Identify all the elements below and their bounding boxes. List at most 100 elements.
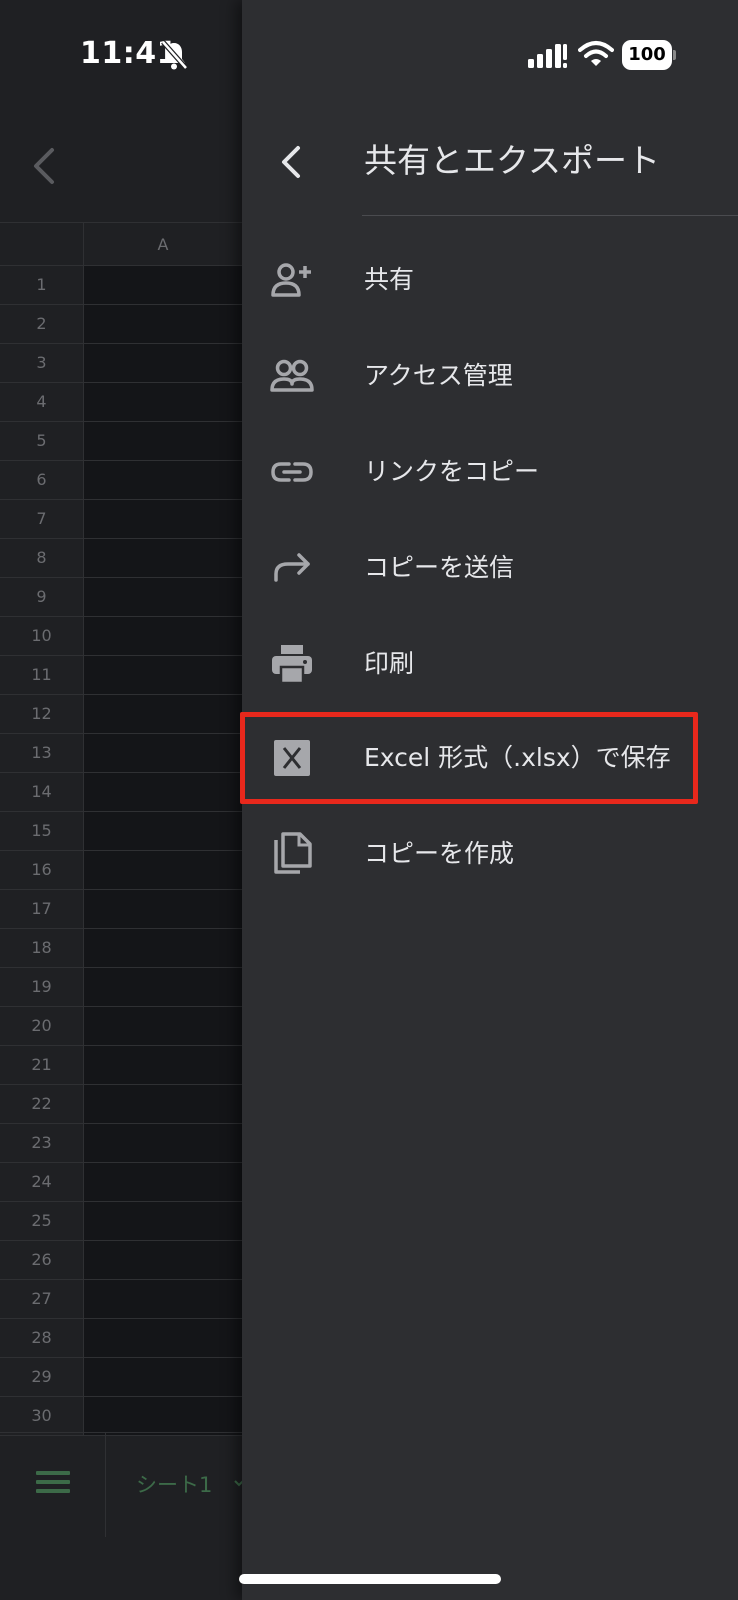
cell[interactable] (84, 1085, 242, 1123)
row-number[interactable]: 12 (0, 695, 84, 733)
row-number[interactable]: 15 (0, 812, 84, 850)
row-number[interactable]: 16 (0, 851, 84, 889)
menu-item-label: 印刷 (364, 649, 415, 678)
row-number[interactable]: 28 (0, 1319, 84, 1357)
menu-item-label: 共有 (364, 265, 415, 294)
menu-item-print[interactable]: 印刷 (242, 616, 738, 712)
sheet-tab[interactable]: シート1 (106, 1433, 242, 1537)
cell[interactable] (84, 422, 242, 460)
back-arrow-icon[interactable] (30, 144, 58, 188)
cell[interactable] (84, 461, 242, 499)
row-number[interactable]: 14 (0, 773, 84, 811)
cell[interactable] (84, 929, 242, 967)
sheet-row: 14 (0, 773, 242, 812)
menu-item-save-as-excel[interactable]: Excel 形式（.xlsx）で保存 (242, 710, 738, 806)
row-number[interactable]: 25 (0, 1202, 84, 1240)
sheet-row: 23 (0, 1124, 242, 1163)
sheet-row: 28 (0, 1319, 242, 1358)
row-number[interactable]: 30 (0, 1397, 84, 1435)
sheet-row: 2 (0, 305, 242, 344)
cell[interactable] (84, 617, 242, 655)
cell[interactable] (84, 1046, 242, 1084)
cell[interactable] (84, 266, 242, 304)
row-number[interactable]: 6 (0, 461, 84, 499)
chevron-down-icon (234, 1480, 242, 1487)
cell[interactable] (84, 968, 242, 1006)
menu-item-share[interactable]: 共有 (242, 232, 738, 328)
cell[interactable] (84, 812, 242, 850)
row-number[interactable]: 5 (0, 422, 84, 460)
row-number[interactable]: 9 (0, 578, 84, 616)
row-number[interactable]: 10 (0, 617, 84, 655)
sheet-row: 3 (0, 344, 242, 383)
cell[interactable] (84, 1358, 242, 1396)
sheet-list-button[interactable] (0, 1433, 106, 1537)
cell[interactable] (84, 305, 242, 343)
menu-item-manage-access[interactable]: アクセス管理 (242, 328, 738, 424)
select-all-corner[interactable] (0, 223, 84, 267)
column-header-row: A (0, 222, 242, 267)
cell[interactable] (84, 344, 242, 382)
sheet-row: 8 (0, 539, 242, 578)
row-number[interactable]: 17 (0, 890, 84, 928)
menu-item-send-copy[interactable]: コピーを送信 (242, 520, 738, 616)
sheet-row: 25 (0, 1202, 242, 1241)
cell[interactable] (84, 1163, 242, 1201)
row-number[interactable]: 18 (0, 929, 84, 967)
row-number[interactable]: 8 (0, 539, 84, 577)
cell[interactable] (84, 500, 242, 538)
cell[interactable] (84, 851, 242, 889)
sheet-row: 1 (0, 266, 242, 305)
row-number[interactable]: 11 (0, 656, 84, 694)
menu-item-make-copy[interactable]: コピーを作成 (242, 806, 738, 902)
row-number[interactable]: 2 (0, 305, 84, 343)
sheet-row: 18 (0, 929, 242, 968)
cell[interactable] (84, 656, 242, 694)
spreadsheet-header (0, 120, 242, 222)
menu-item-copy-link[interactable]: リンクをコピー (242, 424, 738, 520)
sheet-row: 7 (0, 500, 242, 539)
sheet-row: 9 (0, 578, 242, 617)
cell[interactable] (84, 695, 242, 733)
sheet-row: 13 (0, 734, 242, 773)
column-header-a[interactable]: A (84, 223, 242, 267)
cell[interactable] (84, 890, 242, 928)
row-number[interactable]: 27 (0, 1280, 84, 1318)
cell[interactable] (84, 1241, 242, 1279)
excel-file-icon (274, 740, 310, 776)
menu-item-label: コピーを作成 (364, 839, 515, 868)
cell[interactable] (84, 1319, 242, 1357)
row-number[interactable]: 7 (0, 500, 84, 538)
row-number[interactable]: 13 (0, 734, 84, 772)
sheet-row: 20 (0, 1007, 242, 1046)
copy-icon (274, 832, 312, 874)
row-number[interactable]: 3 (0, 344, 84, 382)
cell[interactable] (84, 383, 242, 421)
cell[interactable] (84, 578, 242, 616)
sheet-bottom-bar: シート1 (0, 1432, 242, 1537)
cell[interactable] (84, 773, 242, 811)
cell[interactable] (84, 1202, 242, 1240)
row-number[interactable]: 1 (0, 266, 84, 304)
row-number[interactable]: 23 (0, 1124, 84, 1162)
row-number[interactable]: 22 (0, 1085, 84, 1123)
cell[interactable] (84, 1397, 242, 1435)
spreadsheet-background: A 1 2 3 4 5 6 7 8 9 10 11 12 13 14 15 16 17 18 19 20 21 22 23 2… (0, 0, 242, 1600)
row-number[interactable]: 24 (0, 1163, 84, 1201)
back-button[interactable] (270, 140, 310, 184)
cell[interactable] (84, 539, 242, 577)
row-number[interactable]: 4 (0, 383, 84, 421)
sheet-row: 30 (0, 1397, 242, 1436)
cell[interactable] (84, 1007, 242, 1045)
row-number[interactable]: 21 (0, 1046, 84, 1084)
row-number[interactable]: 19 (0, 968, 84, 1006)
cell[interactable] (84, 734, 242, 772)
row-number[interactable]: 26 (0, 1241, 84, 1279)
row-number[interactable]: 20 (0, 1007, 84, 1045)
cell[interactable] (84, 1124, 242, 1162)
sheet-row: 22 (0, 1085, 242, 1124)
row-number[interactable]: 29 (0, 1358, 84, 1396)
cell[interactable] (84, 1280, 242, 1318)
bell-off-icon (161, 40, 188, 70)
home-indicator[interactable] (239, 1574, 501, 1584)
